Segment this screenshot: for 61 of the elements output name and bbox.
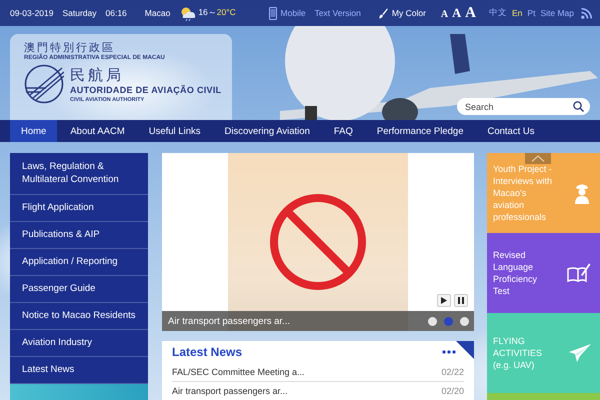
chevron-up-icon [531, 155, 545, 162]
scroll-up-button[interactable] [525, 153, 551, 164]
mobile-link[interactable]: Mobile [280, 8, 306, 18]
pause-button[interactable] [454, 294, 468, 307]
search-icon[interactable] [573, 101, 584, 112]
promo-tile[interactable] [487, 393, 600, 400]
sidebar-item[interactable]: Notice to Macao Residents [10, 303, 148, 330]
nav-tab[interactable]: FAQ [322, 120, 364, 142]
sidebar-item[interactable]: Flight Application [10, 195, 148, 222]
nav-tab[interactable]: Useful Links [138, 120, 212, 142]
language-link[interactable]: Pt [527, 8, 536, 18]
paper-plane-icon [569, 344, 591, 362]
news-link[interactable]: FAL/SEC Committee Meeting a... [172, 367, 305, 377]
slide-caption[interactable]: Air transport passengers ar... [168, 316, 290, 326]
text-version-link[interactable]: Text Version [314, 8, 361, 18]
authority-logo-icon [24, 64, 64, 104]
authority-name-chinese: 民航局 [70, 66, 125, 84]
font-size-button[interactable]: A [452, 6, 462, 20]
search-field[interactable]: Search [457, 98, 590, 115]
color-link[interactable]: My Color [392, 8, 426, 18]
pause-icon [458, 297, 464, 304]
slide-dot[interactable] [460, 316, 469, 326]
nav-tab[interactable]: About AACM [59, 120, 136, 142]
weather-icon [179, 6, 198, 20]
news-link[interactable]: Air transport passengers ar... [172, 386, 288, 396]
book-pen-icon [567, 263, 591, 283]
nav-tab[interactable]: Contact Us [476, 120, 546, 142]
more-icon[interactable] [442, 350, 456, 354]
site-map-link[interactable]: Site Map [540, 8, 574, 18]
time-text: 06:16 [106, 8, 127, 18]
news-date: 02/22 [441, 367, 464, 377]
play-icon [441, 297, 447, 304]
city-text: Macao [144, 8, 170, 18]
date-text: 09-03-2019 [10, 8, 54, 18]
language-link[interactable]: En [512, 8, 522, 18]
nav-tab[interactable]: Discovering Aviation [213, 120, 321, 142]
authority-name-portuguese: AUTORIDADE DE AVIAÇÃO CIVIL [70, 84, 222, 94]
weekday-text: Saturday [62, 8, 97, 18]
font-size-button[interactable]: A [440, 8, 448, 20]
news-title: Latest News [172, 345, 242, 359]
font-size-button[interactable]: A [465, 4, 476, 22]
sidebar-item[interactable]: Publications & AIP [10, 222, 148, 249]
phone-icon [268, 6, 277, 20]
news-date: 02/20 [441, 386, 464, 396]
sidebar-item[interactable]: Application / Reporting [10, 249, 148, 276]
play-button[interactable] [437, 294, 451, 307]
slide-dot[interactable] [444, 316, 453, 326]
temperature-text: 16～20°C [198, 7, 236, 19]
promo-tile[interactable]: Revised Language Proficiency Test [487, 233, 600, 313]
pilot-icon [573, 182, 591, 204]
sidebar-item[interactable]: Laws, Regulation & Multilateral Convention [10, 153, 148, 195]
brush-icon [378, 8, 388, 18]
language-link[interactable]: 中文 [489, 7, 508, 19]
slide-dot[interactable] [428, 316, 437, 326]
nav-tab[interactable]: Performance Pledge [366, 120, 474, 142]
region-name-chinese: 澳門特別行政區 [24, 41, 116, 54]
sidebar-item[interactable]: Aviation Industry [10, 330, 148, 357]
nav-tab[interactable]: Home [10, 120, 58, 142]
corner-triangle-icon [456, 341, 474, 359]
rss-icon[interactable] [581, 8, 592, 18]
sidebar-item[interactable]: Passenger Guide [10, 276, 148, 303]
